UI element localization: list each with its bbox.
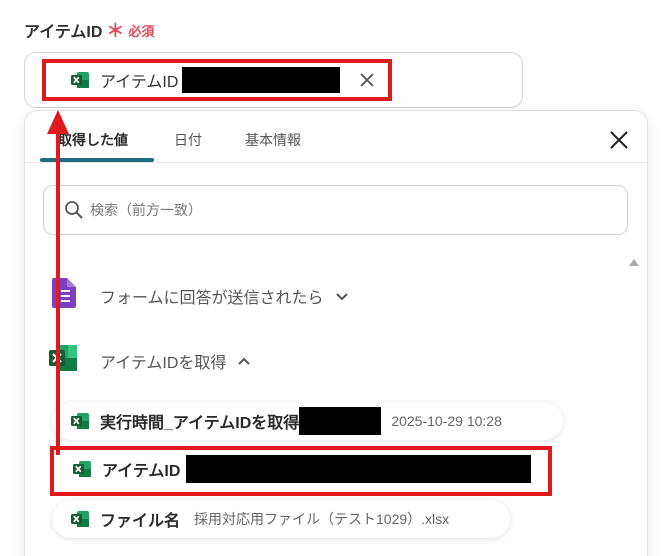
selected-value-chip[interactable]: アイテムID: [42, 59, 392, 101]
row-value: 2025-10-29 10:28: [391, 413, 502, 429]
redacted-value: [299, 407, 382, 435]
excel-icon: [70, 71, 90, 89]
redacted-value: [182, 67, 341, 93]
tab-acquired-values[interactable]: 取得した値: [58, 130, 128, 150]
excel-icon: [48, 344, 78, 377]
excel-icon: [70, 510, 90, 528]
field-label: アイテムID ＊ 必須: [24, 17, 154, 43]
annotation-highlight-box: [50, 446, 552, 496]
section-form-submitted[interactable]: フォームに回答が送信されたら: [50, 278, 350, 313]
field-label-text: アイテムID: [24, 24, 103, 41]
tab-date[interactable]: 日付: [174, 130, 202, 150]
chevron-up-icon: [236, 353, 252, 369]
list-item[interactable]: 実行時間_アイテムIDを取得 2025-10-29 10:28: [52, 402, 563, 440]
list-item[interactable]: ファイル名 採用対応用ファイル（テスト1029）.xlsx: [52, 500, 510, 538]
required-text: 必須: [128, 23, 155, 39]
google-forms-icon: [50, 278, 76, 313]
tab-basic-info[interactable]: 基本情報: [245, 130, 301, 150]
close-icon[interactable]: [608, 129, 630, 151]
remove-chip-icon[interactable]: [356, 69, 378, 91]
chevron-down-icon: [334, 288, 350, 304]
chip-label: アイテムID: [100, 74, 179, 91]
section-title: アイテムIDを取得: [100, 354, 227, 372]
scroll-up-arrow[interactable]: [629, 259, 639, 266]
search-icon: [64, 200, 84, 220]
search-input[interactable]: [90, 202, 490, 218]
search-field[interactable]: [43, 185, 628, 235]
row-value: 採用対応用ファイル（テスト1029）.xlsx: [194, 511, 450, 527]
excel-icon: [70, 412, 90, 430]
row-label: ファイル名: [100, 513, 181, 530]
tabs-divider: [25, 162, 647, 163]
section-get-item-id[interactable]: アイテムIDを取得: [48, 344, 252, 377]
required-asterisk: ＊: [106, 21, 125, 41]
section-title: フォームに回答が送信されたら: [100, 289, 324, 307]
row-label: 実行時間_アイテムIDを取得: [100, 415, 300, 432]
